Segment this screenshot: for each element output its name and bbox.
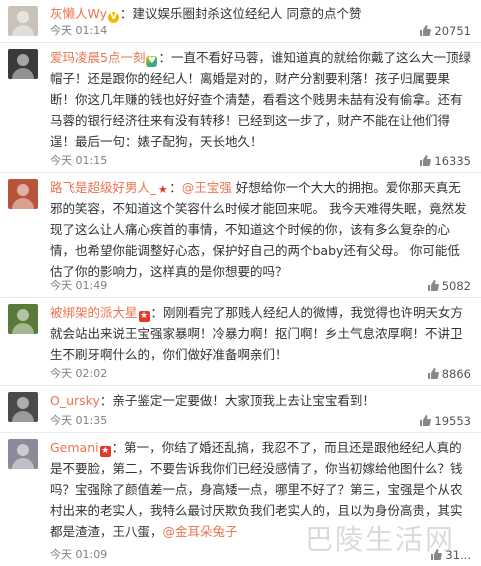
comment-meta: 今天 01:15 16335: [50, 153, 471, 169]
thumbs-up-icon: [420, 25, 432, 36]
like-button[interactable]: 5082: [427, 278, 471, 294]
avatar[interactable]: [8, 6, 38, 36]
thumbs-up-icon: [427, 280, 439, 291]
like-count: 16335: [434, 154, 471, 168]
comment-body: ：建议娱乐圈封杀这位经纪人 同意的点个赞: [120, 6, 362, 21]
timestamp: 今天 01:15: [50, 154, 108, 167]
avatar[interactable]: [8, 392, 38, 422]
comment-item: Gemani ★ ：第一，你结了婚还乱搞，我忍不了，而且还是跟他经纪人真的是不要脸，…: [0, 433, 481, 566]
comment-item: 爱玛凌晨5点一刻 ♥ ：一直不看好马蓉，谁知道真的就给你戴了这么大一顶绿帽子！还是跟…: [0, 43, 481, 173]
comment-body: ：亲子鉴定一定要做！大家顶我上去让宝宝看到！: [99, 393, 375, 408]
comment-meta: 今天 01:09 31...: [50, 547, 471, 563]
like-button[interactable]: 20751: [419, 23, 471, 39]
comment-text: 路飞是超级好男人_ ★ ：@王宝强 好想给你一个大大的拥抱。爱你那天真无邪的笑容，不…: [50, 177, 471, 282]
comment-meta: 今天 01:49 5082: [50, 278, 471, 294]
avatar[interactable]: [8, 439, 38, 469]
avatar[interactable]: [8, 304, 38, 334]
username[interactable]: 路飞是超级好男人_: [50, 180, 156, 195]
thumbs-up-icon: [427, 368, 439, 379]
avatar[interactable]: [8, 49, 38, 79]
comment-meta: 今天 01:35 19553: [50, 413, 471, 429]
heart-badge-icon: ♥: [146, 56, 158, 67]
like-button[interactable]: 31...: [430, 547, 471, 563]
like-count: 19553: [434, 414, 471, 428]
mention-link[interactable]: @金耳朵兔子: [163, 524, 238, 539]
like-count: 31...: [445, 548, 471, 562]
star-badge-icon: ★: [157, 183, 168, 196]
comment-item: 灰懒人Wy V ：建议娱乐圈封杀这位经纪人 同意的点个赞 今天 01:14 2075…: [0, 0, 481, 43]
thumbs-up-icon: [420, 155, 432, 166]
thumbs-up-icon: [431, 549, 443, 560]
username[interactable]: 灰懒人Wy: [50, 6, 107, 21]
like-button[interactable]: 19553: [419, 413, 471, 429]
timestamp: 今天 01:14: [50, 24, 108, 37]
like-button[interactable]: 16335: [419, 153, 471, 169]
comment-text: 被绑架的派大星 ★ ：刚刚看完了那贱人经纪人的微博，我觉得也许明天女方就会站出来说王…: [50, 302, 471, 365]
comment-meta: 今天 02:02 8866: [50, 366, 471, 382]
comment-item: O_ursky：亲子鉴定一定要做！大家顶我上去让宝宝看到！ 今天 01:35 1…: [0, 386, 481, 433]
comment-text: 灰懒人Wy V ：建议娱乐圈封杀这位经纪人 同意的点个赞: [50, 3, 471, 24]
comment-text: O_ursky：亲子鉴定一定要做！大家顶我上去让宝宝看到！: [50, 390, 471, 411]
thumbs-up-icon: [420, 415, 432, 426]
comment-meta: 今天 01:14 20751: [50, 23, 471, 39]
timestamp: 今天 01:09: [50, 548, 108, 561]
timestamp: 今天 01:35: [50, 414, 108, 427]
username[interactable]: Gemani: [50, 440, 99, 455]
username[interactable]: 爱玛凌晨5点一刻: [50, 50, 145, 65]
timestamp: 今天 02:02: [50, 367, 108, 380]
comment-text: 爱玛凌晨5点一刻 ♥ ：一直不看好马蓉，谁知道真的就给你戴了这么大一顶绿帽子！还是跟…: [50, 47, 471, 152]
separator: ，: [150, 524, 163, 539]
comment-text: Gemani ★ ：第一，你结了婚还乱搞，我忍不了，而且还是跟他经纪人真的是不要脸，…: [50, 437, 471, 542]
username[interactable]: 被绑架的派大星: [50, 305, 138, 320]
verified-badge-icon: V: [108, 12, 120, 23]
like-count: 20751: [434, 24, 471, 38]
like-count: 5082: [441, 279, 471, 293]
avatar[interactable]: [8, 179, 38, 209]
flag-badge-icon: ★: [138, 311, 150, 322]
flag-badge-icon: ★: [99, 446, 111, 457]
colon: ：: [169, 180, 182, 195]
comment-item: 路飞是超级好男人_ ★ ：@王宝强 好想给你一个大大的拥抱。爱你那天真无邪的笑容，不…: [0, 173, 481, 298]
like-count: 8866: [441, 367, 471, 381]
timestamp: 今天 01:49: [50, 279, 108, 292]
comment-item: 被绑架的派大星 ★ ：刚刚看完了那贱人经纪人的微博，我觉得也许明天女方就会站出来说王…: [0, 298, 481, 386]
mention-link[interactable]: @王宝强: [182, 180, 232, 195]
comment-body: ：第一，你结了婚还乱搞，我忍不了，而且还是跟他经纪人真的是不要脸，第二，不要告诉…: [50, 440, 463, 539]
like-button[interactable]: 8866: [427, 366, 471, 382]
username[interactable]: O_ursky: [50, 393, 100, 408]
